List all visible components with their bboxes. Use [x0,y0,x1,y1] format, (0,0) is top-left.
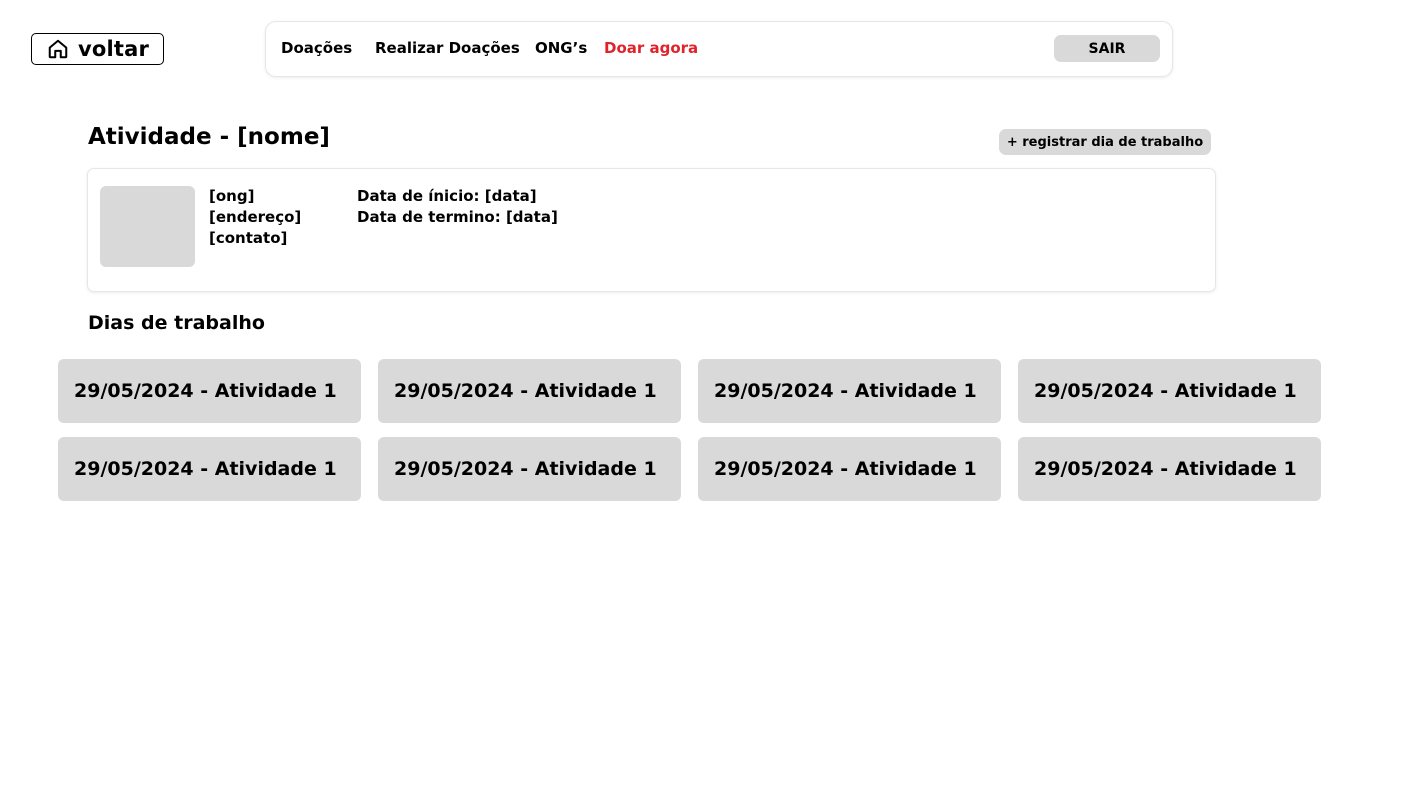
back-button[interactable]: voltar [31,33,164,65]
workday-grid: 29/05/2024 - Atividade 1 29/05/2024 - At… [58,359,1321,501]
start-date: Data de ínicio: [data] [357,187,537,205]
workday-card[interactable]: 29/05/2024 - Atividade 1 [1018,359,1321,423]
nav-link-doacoes[interactable]: Doações [281,39,352,57]
ong-image-placeholder [100,186,195,267]
activity-info-card: [ong] [endereço] [contato] Data de ínici… [87,168,1216,292]
page-title: Atividade - [nome] [88,124,330,150]
back-button-label: voltar [78,37,150,61]
register-workday-button[interactable]: + registrar dia de trabalho [999,129,1211,155]
ong-name: [ong] [209,187,255,205]
nav-link-realizar-doacoes[interactable]: Realizar Doações [375,39,520,57]
workday-card[interactable]: 29/05/2024 - Atividade 1 [378,359,681,423]
ong-address: [endereço] [209,208,302,226]
workday-card[interactable]: 29/05/2024 - Atividade 1 [698,359,1001,423]
home-icon [46,37,70,61]
end-date: Data de termino: [data] [357,208,558,226]
ong-contact: [contato] [209,229,288,247]
nav-link-ongs[interactable]: ONG’s [535,39,587,57]
workdays-section-title: Dias de trabalho [88,312,265,334]
activity-dates: Data de ínicio: [data] Data de termino: … [357,186,558,228]
workday-card[interactable]: 29/05/2024 - Atividade 1 [378,437,681,501]
ong-details: [ong] [endereço] [contato] [209,186,301,249]
workday-card[interactable]: 29/05/2024 - Atividade 1 [698,437,1001,501]
workday-card[interactable]: 29/05/2024 - Atividade 1 [58,359,361,423]
logout-button[interactable]: SAIR [1054,35,1160,62]
nav-link-doar-agora[interactable]: Doar agora [604,39,698,57]
workday-card[interactable]: 29/05/2024 - Atividade 1 [58,437,361,501]
top-navbar: Doações Realizar Doações ONG’s Doar agor… [265,21,1173,77]
workday-card[interactable]: 29/05/2024 - Atividade 1 [1018,437,1321,501]
